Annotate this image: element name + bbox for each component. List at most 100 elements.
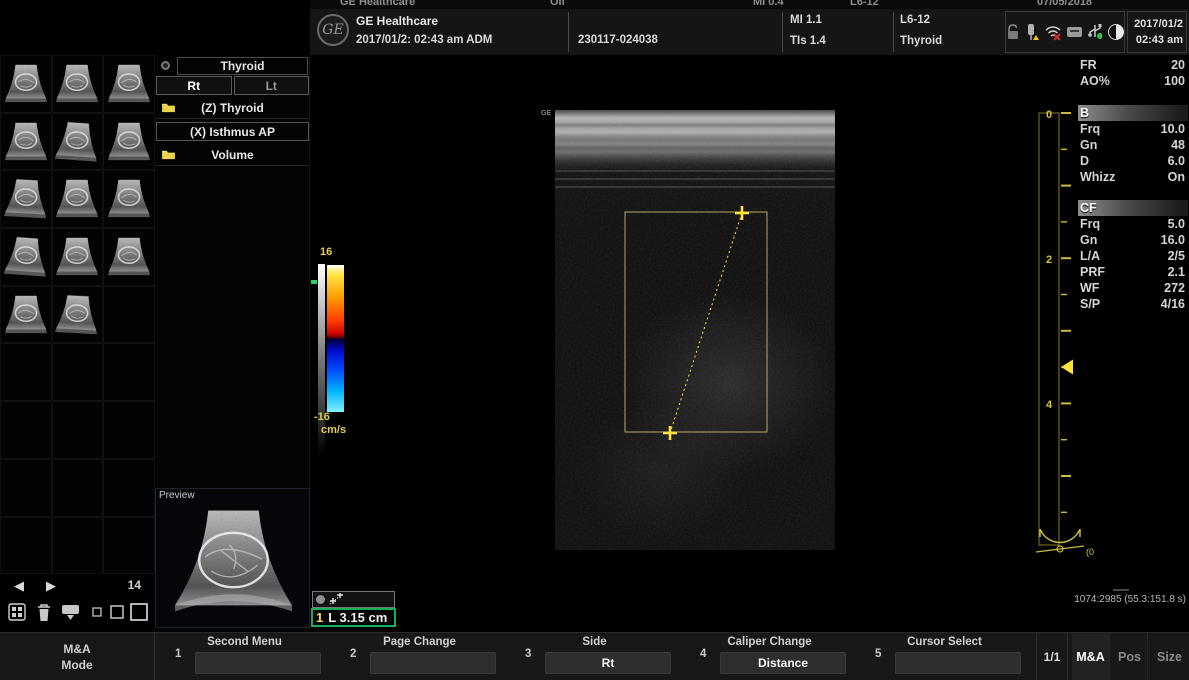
- size-medium-icon[interactable]: [106, 600, 128, 624]
- mi-value: MI 1.1: [790, 14, 822, 26]
- size-small-icon[interactable]: [86, 600, 108, 624]
- clipboard-thumbnail[interactable]: [103, 170, 155, 228]
- protocol-item-isthmus[interactable]: (X) Isthmus AP: [156, 122, 309, 141]
- soft-menu-cursor-select: 5 Cursor Select: [857, 633, 1032, 680]
- header-divider: [568, 12, 569, 52]
- param-row: FR20: [1078, 57, 1188, 73]
- next-page-button[interactable]: ▶: [40, 576, 62, 596]
- header-divider: [782, 12, 783, 52]
- second-menu-button[interactable]: [195, 652, 321, 674]
- param-label: WF: [1080, 280, 1099, 296]
- thumbnail-image: [52, 291, 102, 337]
- system-date: 2017/01/2: [1128, 16, 1183, 32]
- usb-connected-icon: [1087, 23, 1102, 41]
- remnant-date: 07/05/2018: [1037, 0, 1092, 8]
- protocol-title[interactable]: Thyroid: [177, 57, 308, 75]
- clipboard-thumbnail[interactable]: [52, 170, 104, 228]
- measure-dot-icon: [316, 595, 325, 604]
- menu-label: Page Change: [332, 636, 507, 648]
- cursor-select-button[interactable]: [895, 652, 1021, 674]
- mode-line-2: Mode: [61, 658, 92, 672]
- cf-mode-section-header: CF: [1078, 200, 1188, 216]
- clipboard-toolbar: ◀ ▶ 14: [0, 574, 155, 632]
- param-value: 272: [1164, 280, 1185, 296]
- param-label: D: [1080, 153, 1089, 169]
- depth-label-4: 4: [1046, 399, 1053, 411]
- side-rt-button[interactable]: Rt: [156, 76, 232, 95]
- thumbnail-image: [105, 62, 153, 106]
- menu-number: 4: [700, 648, 706, 660]
- clipboard-thumbnail[interactable]: [0, 286, 52, 344]
- caliper-change-button[interactable]: Distance: [720, 652, 846, 674]
- clipboard-thumbnail[interactable]: [103, 113, 155, 171]
- ultrasound-screen: GE Healthcare OIl MI 0.4 L6-12 07/05/201…: [0, 0, 1189, 680]
- remnant-probe: L6-12: [850, 0, 879, 8]
- side-lt-button[interactable]: Lt: [234, 76, 310, 95]
- clipboard-thumbnail[interactable]: [103, 55, 155, 113]
- param-value: 48: [1171, 137, 1185, 153]
- param-row: L/A2/5: [1078, 248, 1188, 264]
- focus-marker-icon[interactable]: [1061, 360, 1073, 375]
- depth-label-2: 2: [1046, 254, 1052, 266]
- clipboard-thumbnail[interactable]: [52, 113, 104, 171]
- clipboard-thumbnail[interactable]: [103, 228, 155, 286]
- side-button[interactable]: Rt: [545, 652, 671, 674]
- caliper-2-icon[interactable]: [663, 426, 677, 440]
- clipboard-panel: [0, 55, 155, 575]
- colorbar-min-label: -16: [314, 411, 330, 423]
- param-label: PRF: [1080, 264, 1105, 280]
- clipboard-empty-cell: [103, 401, 155, 459]
- tab-size[interactable]: Size: [1150, 633, 1189, 680]
- param-row: PRF 2.1: [1078, 264, 1188, 280]
- param-row: WF 272: [1078, 280, 1188, 296]
- tab-pos[interactable]: Pos: [1112, 633, 1148, 680]
- lock-open-icon: [1006, 23, 1019, 41]
- protocol-item-label: (Z) Thyroid: [176, 101, 289, 115]
- remnant-brand: GE Healthcare: [340, 0, 415, 8]
- clipboard-thumbnail[interactable]: [52, 228, 104, 286]
- param-row: Frq10.0: [1078, 121, 1188, 137]
- param-row: AO%100: [1078, 73, 1188, 89]
- param-row: D6.0: [1078, 153, 1188, 169]
- caliper-1-icon[interactable]: [735, 206, 749, 220]
- ultrasound-image[interactable]: [555, 110, 835, 550]
- caliper-icon: [329, 593, 343, 606]
- protocol-item-label: (X) Isthmus AP: [157, 125, 308, 139]
- menu-number: 5: [875, 648, 881, 660]
- measurement-index: 1: [316, 610, 323, 625]
- tab-ma[interactable]: M&A: [1072, 633, 1110, 680]
- color-flow-bar: [327, 265, 344, 412]
- clipboard-empty-cell: [52, 459, 104, 517]
- clipboard-empty-cell: [0, 459, 52, 517]
- remnant-mi: MI 0.4: [753, 0, 784, 8]
- colorbar-max-label: 16: [320, 246, 332, 258]
- page-change-button[interactable]: [370, 652, 496, 674]
- menu-number: 1: [175, 648, 181, 660]
- clipboard-thumbnail[interactable]: [0, 228, 52, 286]
- record-dot-icon: [161, 61, 170, 70]
- trash-icon[interactable]: [33, 600, 55, 624]
- menu-number: 2: [350, 648, 356, 660]
- soft-menu-second-menu: 1 Second Menu: [157, 633, 332, 680]
- protocol-item-label: Volume: [176, 148, 289, 162]
- clipboard-thumbnail[interactable]: [0, 113, 52, 171]
- clock-box: 2017/01/2 02:43 am: [1127, 11, 1187, 53]
- clipboard-thumbnail[interactable]: [0, 170, 52, 228]
- param-value: 100: [1164, 73, 1185, 89]
- preview-image[interactable]: [163, 502, 304, 624]
- param-value: 2.1: [1168, 264, 1185, 280]
- prev-page-button[interactable]: ◀: [8, 576, 30, 596]
- contrast-icon: [1107, 23, 1124, 41]
- size-large-icon[interactable]: [128, 600, 150, 624]
- color-roi-box[interactable]: [625, 212, 767, 432]
- clipboard-thumbnail[interactable]: [0, 55, 52, 113]
- protocol-item-volume[interactable]: Volume: [156, 144, 309, 166]
- send-icon[interactable]: [59, 600, 81, 624]
- clipboard-thumbnail[interactable]: [52, 286, 104, 344]
- protocol-item-thyroid[interactable]: (Z) Thyroid: [156, 97, 309, 119]
- clipboard-thumbnail[interactable]: [52, 55, 104, 113]
- probe-name: L6-12: [900, 14, 930, 26]
- clipboard-empty-cell: [52, 343, 104, 401]
- grid-icon[interactable]: [6, 600, 28, 624]
- measurement-result[interactable]: 1 L 3.15 cm: [311, 608, 396, 627]
